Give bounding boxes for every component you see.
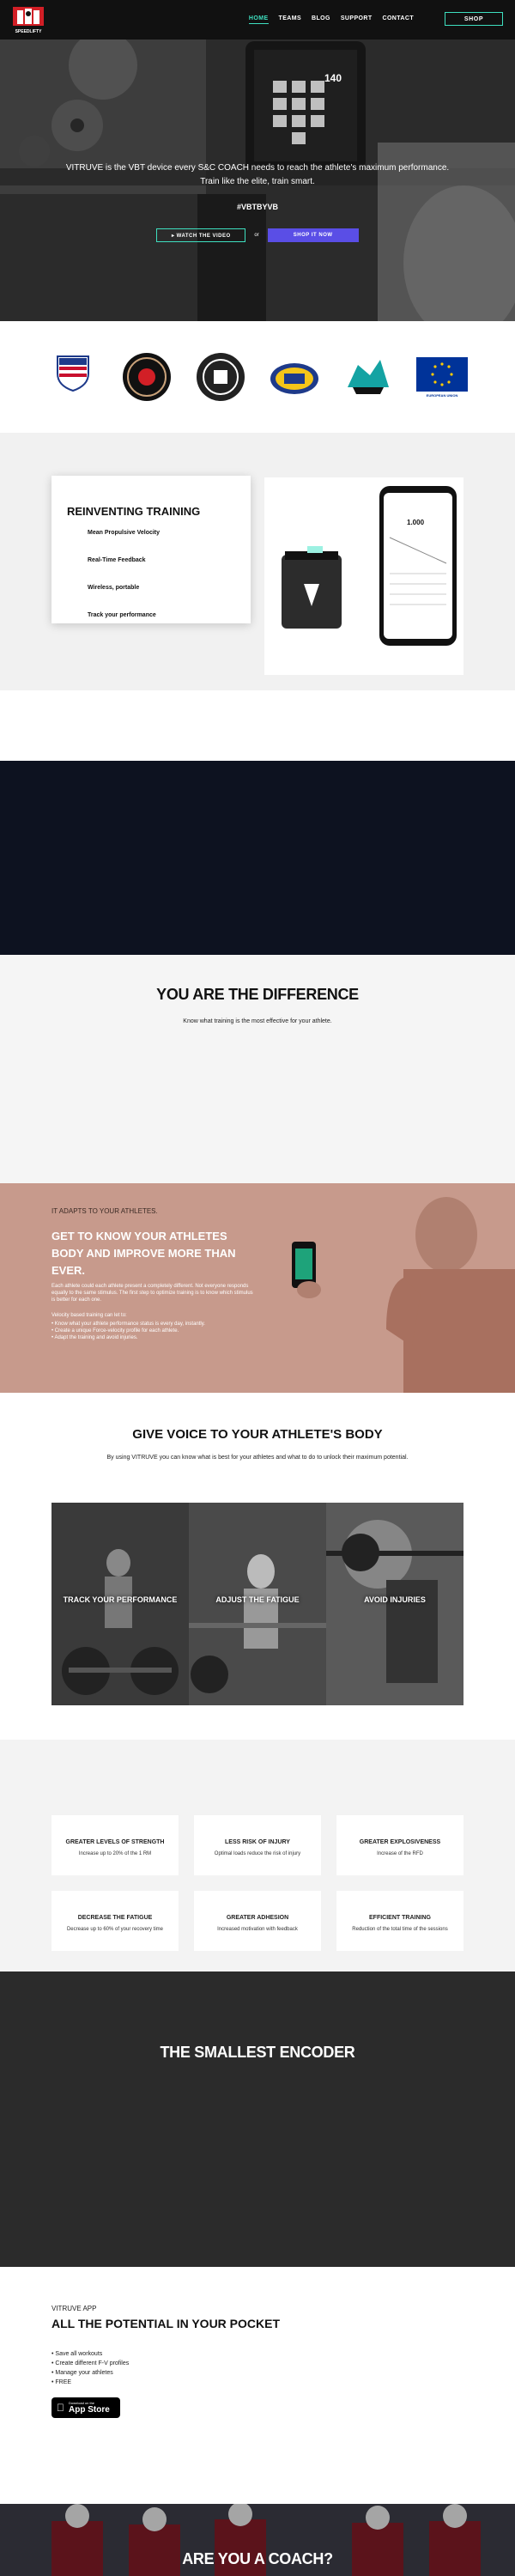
or-label: or xyxy=(254,233,259,238)
panel-label: AVOID INJURIES xyxy=(364,1595,426,1604)
reinventing-title: REINVENTING TRAINING xyxy=(67,505,201,518)
benefit-title: GREATER EXPLOSIVENESS xyxy=(359,1839,441,1845)
panel-label: TRACK YOUR PERFORMANCE xyxy=(63,1595,178,1604)
feature-item: Real-Time Feedback xyxy=(88,557,146,563)
benefit-desc: Reduction of the total time of the sessi… xyxy=(352,1927,448,1932)
reinventing-card: REINVENTING TRAINING Mean Propulsive Vel… xyxy=(52,476,251,623)
hero: 140 VITRUVE is the VBT device every S&C … xyxy=(0,39,515,321)
app-title: ALL THE POTENTIAL IN YOUR POCKET xyxy=(52,2317,281,2330)
nav-blog[interactable]: BLOG xyxy=(312,15,330,24)
list-item: Manage your athletes xyxy=(52,2368,129,2378)
adapts-body: Each athlete could each athlete present … xyxy=(52,1284,253,1303)
benefit-card: DECREASE THE FATIGUE Decrease up to 60% … xyxy=(52,1891,179,1951)
shop-button[interactable]: SHOP xyxy=(445,12,503,26)
benefit-desc: Increase up to 20% of the 1 RM xyxy=(78,1851,152,1856)
device-readout: 140 xyxy=(324,72,342,84)
adapts-bullets: Know what your athlete performance statu… xyxy=(52,1321,258,1341)
athlete-image xyxy=(189,1503,326,1705)
app-features: Save all workouts Create different F-V p… xyxy=(52,2349,129,2387)
brand-logo[interactable]: SPEEDLIFTY xyxy=(7,3,50,43)
european-union-logo: EUROPEAN UNION xyxy=(415,349,470,404)
benefit-title: GREATER LEVELS OF STRENGTH xyxy=(65,1839,165,1845)
benefit-desc: Decrease up to 60% of your recovery time xyxy=(66,1927,164,1932)
nav-teams[interactable]: TEAMS xyxy=(279,15,302,24)
panel-avoid-injuries[interactable]: AVOID INJURIES xyxy=(326,1503,464,1705)
benefit-title: EFFICIENT TRAINING xyxy=(369,1915,431,1921)
benefit-card: GREATER LEVELS OF STRENGTH Increase up t… xyxy=(52,1815,179,1875)
benefit-title: GREATER ADHESION xyxy=(226,1915,289,1921)
coach-title: ARE YOU A COACH? xyxy=(182,2550,333,2567)
reinventing-section: REINVENTING TRAINING Mean Propulsive Vel… xyxy=(0,433,515,690)
phone-readout: 1.000 xyxy=(407,519,425,526)
team-crest-logo xyxy=(119,349,174,404)
watch-video-button[interactable]: ▸ WATCH THE VIDEO xyxy=(156,228,246,242)
hero-cta-group: ▸ WATCH THE VIDEO or SHOP IT NOW xyxy=(0,228,515,242)
panel-track-performance[interactable]: TRACK YOUR PERFORMANCE xyxy=(52,1503,189,1705)
video-band xyxy=(0,761,515,955)
list-item: Create different F-V profiles xyxy=(52,2359,129,2368)
hero-headline: VITRUVE is the VBT device every S&C COAC… xyxy=(65,163,450,173)
page: SPEEDLIFTY HOME TEAMS BLOG SUPPORT CONTA… xyxy=(0,0,515,2576)
voice-title: GIVE VOICE TO YOUR ATHLETE'S BODY xyxy=(132,1427,383,1442)
voice-subtitle: By using VITRUVE you can know what is be… xyxy=(106,1455,409,1461)
dragons-logo xyxy=(341,349,396,404)
nav-contact[interactable]: CONTACT xyxy=(383,15,415,24)
hero-hashtag: #VBTBYVB xyxy=(236,203,278,211)
usa-rugby-logo xyxy=(45,349,100,404)
athlete-phone-image xyxy=(292,1197,515,1393)
nav-support[interactable]: SUPPORT xyxy=(341,15,373,24)
adapts-section: IT ADAPTS TO YOUR ATHLETES. GET TO KNOW … xyxy=(0,1183,515,1393)
feature-panels: TRACK YOUR PERFORMANCE ADJUST THE FATIGU… xyxy=(52,1503,464,1705)
benefit-desc: Optimal loads reduce the risk of injury xyxy=(214,1851,301,1856)
athlete-image xyxy=(326,1503,464,1705)
eu-label: EUROPEAN UNION xyxy=(426,392,458,398)
difference-section: YOU ARE THE DIFFERENCE Know what trainin… xyxy=(0,955,515,1183)
app-kicker: VITRUVE APP xyxy=(52,2305,97,2312)
feature-item: Wireless, portable xyxy=(88,585,140,591)
list-item: FREE xyxy=(52,2378,129,2387)
adapts-body-intro: Velocity based training can let to: xyxy=(52,1313,127,1318)
feature-item: Mean Propulsive Velocity xyxy=(88,530,161,536)
benefit-title: LESS RISK OF INJURY xyxy=(225,1839,290,1845)
smallest-title: THE SMALLEST ENCODER xyxy=(160,2044,355,2061)
app-store-button[interactable]:  Download on the App Store xyxy=(52,2397,120,2418)
benefits-section: GREATER LEVELS OF STRENGTH Increase up t… xyxy=(0,1740,515,1971)
adapts-title: GET TO KNOW YOUR ATHLETES BODY AND IMPRO… xyxy=(52,1230,236,1277)
nav-home[interactable]: HOME xyxy=(248,15,269,24)
partner-logos: EUROPEAN UNION xyxy=(0,321,515,433)
benefit-card: LESS RISK OF INJURY Optimal loads reduce… xyxy=(194,1815,321,1875)
coach-section: ARE YOU A COACH? xyxy=(0,2504,515,2576)
app-section: VITRUVE APP ALL THE POTENTIAL IN YOUR PO… xyxy=(0,2267,515,2504)
hero-subheadline: Train like the elite, train smart. xyxy=(200,177,315,186)
list-item: Create a unique Force-velocity profile f… xyxy=(52,1327,258,1334)
nav-links: HOME TEAMS BLOG SUPPORT CONTACT xyxy=(248,15,415,24)
benefit-card: EFFICIENT TRAINING Reduction of the tota… xyxy=(336,1891,464,1951)
app-store-big-text: App Store xyxy=(61,2405,110,2415)
shop-it-now-button[interactable]: SHOP IT NOW xyxy=(267,228,359,242)
benefit-desc: Increased motivation with feedback xyxy=(217,1927,298,1932)
list-item: Adapt the training and avoid injuries. xyxy=(52,1334,258,1341)
benefit-desc: Increase of the RFD xyxy=(377,1851,423,1856)
benefit-card: GREATER EXPLOSIVENESS Increase of the RF… xyxy=(336,1815,464,1875)
benefit-card: GREATER ADHESION Increased motivation wi… xyxy=(194,1891,321,1951)
difference-title: YOU ARE THE DIFFERENCE xyxy=(156,986,359,1003)
brand-logo-text: SPEEDLIFTY xyxy=(15,29,42,34)
list-item: Save all workouts xyxy=(52,2349,129,2359)
round-crest-logo xyxy=(193,349,248,404)
feature-item: Track your performance xyxy=(88,612,156,618)
panel-label: ADJUST THE FATIGUE xyxy=(215,1595,300,1604)
difference-subtitle: Know what training is the most effective… xyxy=(183,1018,332,1024)
list-item: Know what your athlete performance statu… xyxy=(52,1321,258,1327)
benefit-title: DECREASE THE FATIGUE xyxy=(77,1915,153,1921)
device-and-phone-image: 1.000 xyxy=(264,477,464,675)
adapts-kicker: IT ADAPTS TO YOUR ATHLETES. xyxy=(52,1207,158,1215)
panel-adjust-fatigue[interactable]: ADJUST THE FATIGUE xyxy=(189,1503,326,1705)
top-nav: SPEEDLIFTY HOME TEAMS BLOG SUPPORT CONTA… xyxy=(0,0,515,39)
athlete-image xyxy=(52,1503,189,1705)
sports-club-logo xyxy=(267,349,322,404)
apple-icon:  xyxy=(57,2402,64,2414)
voice-section: GIVE VOICE TO YOUR ATHLETE'S BODY By usi… xyxy=(0,1393,515,1740)
smallest-encoder-section: THE SMALLEST ENCODER xyxy=(0,1971,515,2267)
